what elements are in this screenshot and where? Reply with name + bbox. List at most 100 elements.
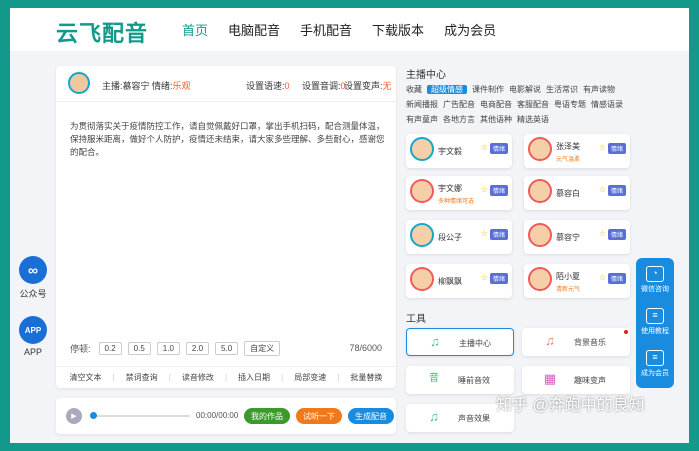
nav-mobile-dubbing[interactable]: 手机配音 [300, 20, 352, 39]
speed-setting[interactable]: 设置语速:0 [246, 79, 290, 92]
music-note-icon: ♫ [429, 409, 439, 424]
tool-sound-effects[interactable]: 音 睡前音效 [406, 366, 514, 394]
pause-2-0-button[interactable]: 2.0 [185, 342, 210, 355]
divider: | [281, 373, 284, 382]
voice-card[interactable]: 宇文娜 多种情绪可选 ☆ 情绪 [406, 176, 512, 210]
wechat-official-account[interactable]: ∞ 公众号 [14, 256, 52, 300]
emotion-tag: 情绪 [607, 185, 626, 196]
voice-card[interactable]: 段公子 ☆ 情绪 [406, 220, 512, 254]
emotion-tag: 情绪 [607, 143, 626, 154]
category-item[interactable]: 课件制作 [472, 85, 504, 94]
tutorial-button[interactable]: ≡ 使用教程 [636, 308, 674, 336]
batch-replace-button[interactable]: 批量替换 [350, 372, 382, 383]
progress-handle[interactable] [90, 412, 97, 419]
float-label: 使用教程 [641, 328, 669, 335]
top-navbar: 云飞配音 首页 电脑配音 手机配音 下载版本 成为会员 [10, 8, 689, 51]
category-item[interactable]: 收藏 [406, 85, 422, 94]
voice-name: 宇文毅 [438, 147, 462, 156]
star-icon[interactable]: ☆ [481, 273, 488, 282]
star-icon[interactable]: ☆ [481, 229, 488, 238]
nav-membership[interactable]: 成为会员 [444, 20, 496, 39]
banned-words-button[interactable]: 禁词查询 [126, 372, 158, 383]
calendar-icon: ▦ [543, 371, 557, 386]
tool-label: 主播中心 [459, 339, 491, 348]
category-item[interactable]: 其他语种 [480, 115, 512, 124]
category-item[interactable]: 情感语录 [591, 100, 623, 109]
pause-custom-button[interactable]: 自定义 [244, 341, 281, 356]
clear-text-button[interactable]: 清空文本 [70, 372, 102, 383]
tool-label: 睡前音效 [458, 376, 490, 385]
avatar [410, 223, 434, 247]
divider: | [224, 373, 227, 382]
editor-toolbar: 清空文本 | 禁词查询 | 读音修改 | 插入日期 | 局部变速 | 批量替换 [56, 366, 396, 388]
speed-value: 0 [284, 81, 290, 91]
app-logo[interactable]: 云飞配音 [56, 16, 148, 48]
pause-0-5-button[interactable]: 0.5 [127, 342, 151, 355]
membership-button[interactable]: ≡ 成为会员 [636, 350, 674, 378]
text-editor-card: 主播:慕容宁 情绪:乐观 设置语速:0 设置音调:0 设置变声:无 为贯彻落实关… [56, 66, 396, 388]
category-filter: 收藏 超级情感 课件制作 电影解说 生活常识 有声读物 新闻播报 广告配音 电商配音 客服配音粤… [406, 84, 636, 129]
star-icon[interactable]: ☆ [599, 273, 606, 282]
category-item[interactable]: 新闻播报 [406, 100, 438, 109]
pause-1-0-button[interactable]: 1.0 [156, 342, 180, 355]
my-works-button[interactable]: 我的作品 [244, 408, 290, 424]
category-item[interactable]: 精选英语 [517, 115, 549, 124]
music-note-icon: ♫ [545, 333, 555, 348]
category-item[interactable]: 电商配音 [480, 100, 512, 109]
watermark: 知乎 @奔跑中的良知 [496, 397, 645, 414]
voice-name: 慕容白 [556, 189, 580, 198]
anchor-avatar[interactable] [68, 72, 90, 94]
partial-speed-button[interactable]: 局部变速 [294, 372, 326, 383]
play-icon[interactable]: ▶ [66, 408, 82, 424]
app-download-link[interactable]: APP APP [14, 316, 52, 357]
category-row: 有声童声 各地方言 其他语种 精选英语 [406, 114, 636, 125]
generate-button[interactable]: 生成配音 [348, 408, 394, 424]
avatar [410, 179, 434, 203]
voice-name: 慕容宁 [556, 233, 580, 242]
voice-card[interactable]: 慕容宁 ☆ 情绪 [524, 220, 630, 254]
insert-date-button[interactable]: 插入日期 [238, 372, 270, 383]
star-icon[interactable]: ☆ [599, 185, 606, 194]
category-item[interactable]: 电影解说 [509, 85, 541, 94]
tool-voice-changer[interactable]: ▦ 趣味变声 [522, 366, 630, 394]
star-icon[interactable]: ☆ [481, 143, 488, 152]
category-item[interactable]: 各地方言 [443, 115, 475, 124]
nav-pc-dubbing[interactable]: 电脑配音 [228, 20, 280, 39]
tool-label: 背景音乐 [574, 338, 606, 347]
anchor-center-title: 主播中心 [406, 70, 446, 81]
tool-anchor-center[interactable]: ♫ 主播中心 [406, 328, 514, 356]
emotion-tag: 情绪 [489, 229, 508, 240]
try-listen-button[interactable]: 试听一下 [296, 408, 342, 424]
voice-subtitle: 多种情绪可选 [438, 199, 475, 205]
voice-card[interactable]: 宇文毅 ☆ 情绪 [406, 134, 512, 168]
text-input-area[interactable]: 为贯彻落实关于疫情防控工作，请自觉佩戴好口罩，掌出手机扫码，配合测量体温，保持服… [70, 120, 386, 159]
star-icon[interactable]: ☆ [599, 143, 606, 152]
nav-download[interactable]: 下载版本 [372, 20, 424, 39]
emotion-tag: 情绪 [607, 273, 626, 284]
star-icon[interactable]: ☆ [481, 185, 488, 194]
voice-card[interactable]: 陌小夏 清新元气 ☆ 情绪 [524, 264, 630, 298]
pause-5-0-button[interactable]: 5.0 [215, 342, 239, 355]
category-item[interactable]: 客服配音 [517, 100, 549, 109]
pitch-setting[interactable]: 设置变声:无 [344, 79, 392, 92]
nav-home[interactable]: 首页 [182, 20, 208, 39]
emotion-setting[interactable]: 情绪:乐观 [152, 79, 191, 92]
wechat-consult-button[interactable]: ◔ 微信咨询 [636, 266, 674, 294]
progress-track[interactable] [90, 415, 190, 417]
voice-card[interactable]: 慕容白 ☆ 情绪 [524, 176, 630, 210]
star-icon[interactable]: ☆ [599, 229, 606, 238]
category-item[interactable]: 超级情感 [427, 85, 467, 94]
chat-icon: ◔ [646, 266, 664, 282]
pause-0-2-button[interactable]: 0.2 [98, 342, 122, 355]
category-item[interactable]: 广告配音 [443, 100, 475, 109]
pronunciation-button[interactable]: 读音修改 [182, 372, 214, 383]
category-item[interactable]: 粤语专题 [554, 100, 586, 109]
volume-setting[interactable]: 设置音调:0 [302, 79, 346, 92]
voice-card[interactable]: 张泽美 元气温柔 ☆ 情绪 [524, 134, 630, 168]
category-item[interactable]: 有声童声 [406, 115, 438, 124]
category-item[interactable]: 生活常识 [546, 85, 578, 94]
anchor-name[interactable]: 主播:慕容宁 [102, 79, 150, 92]
voice-card[interactable]: 柳飘飘 ☆ 情绪 [406, 264, 512, 298]
tool-background-music[interactable]: ♫ 背景音乐 [522, 328, 630, 356]
category-item[interactable]: 有声读物 [583, 85, 615, 94]
